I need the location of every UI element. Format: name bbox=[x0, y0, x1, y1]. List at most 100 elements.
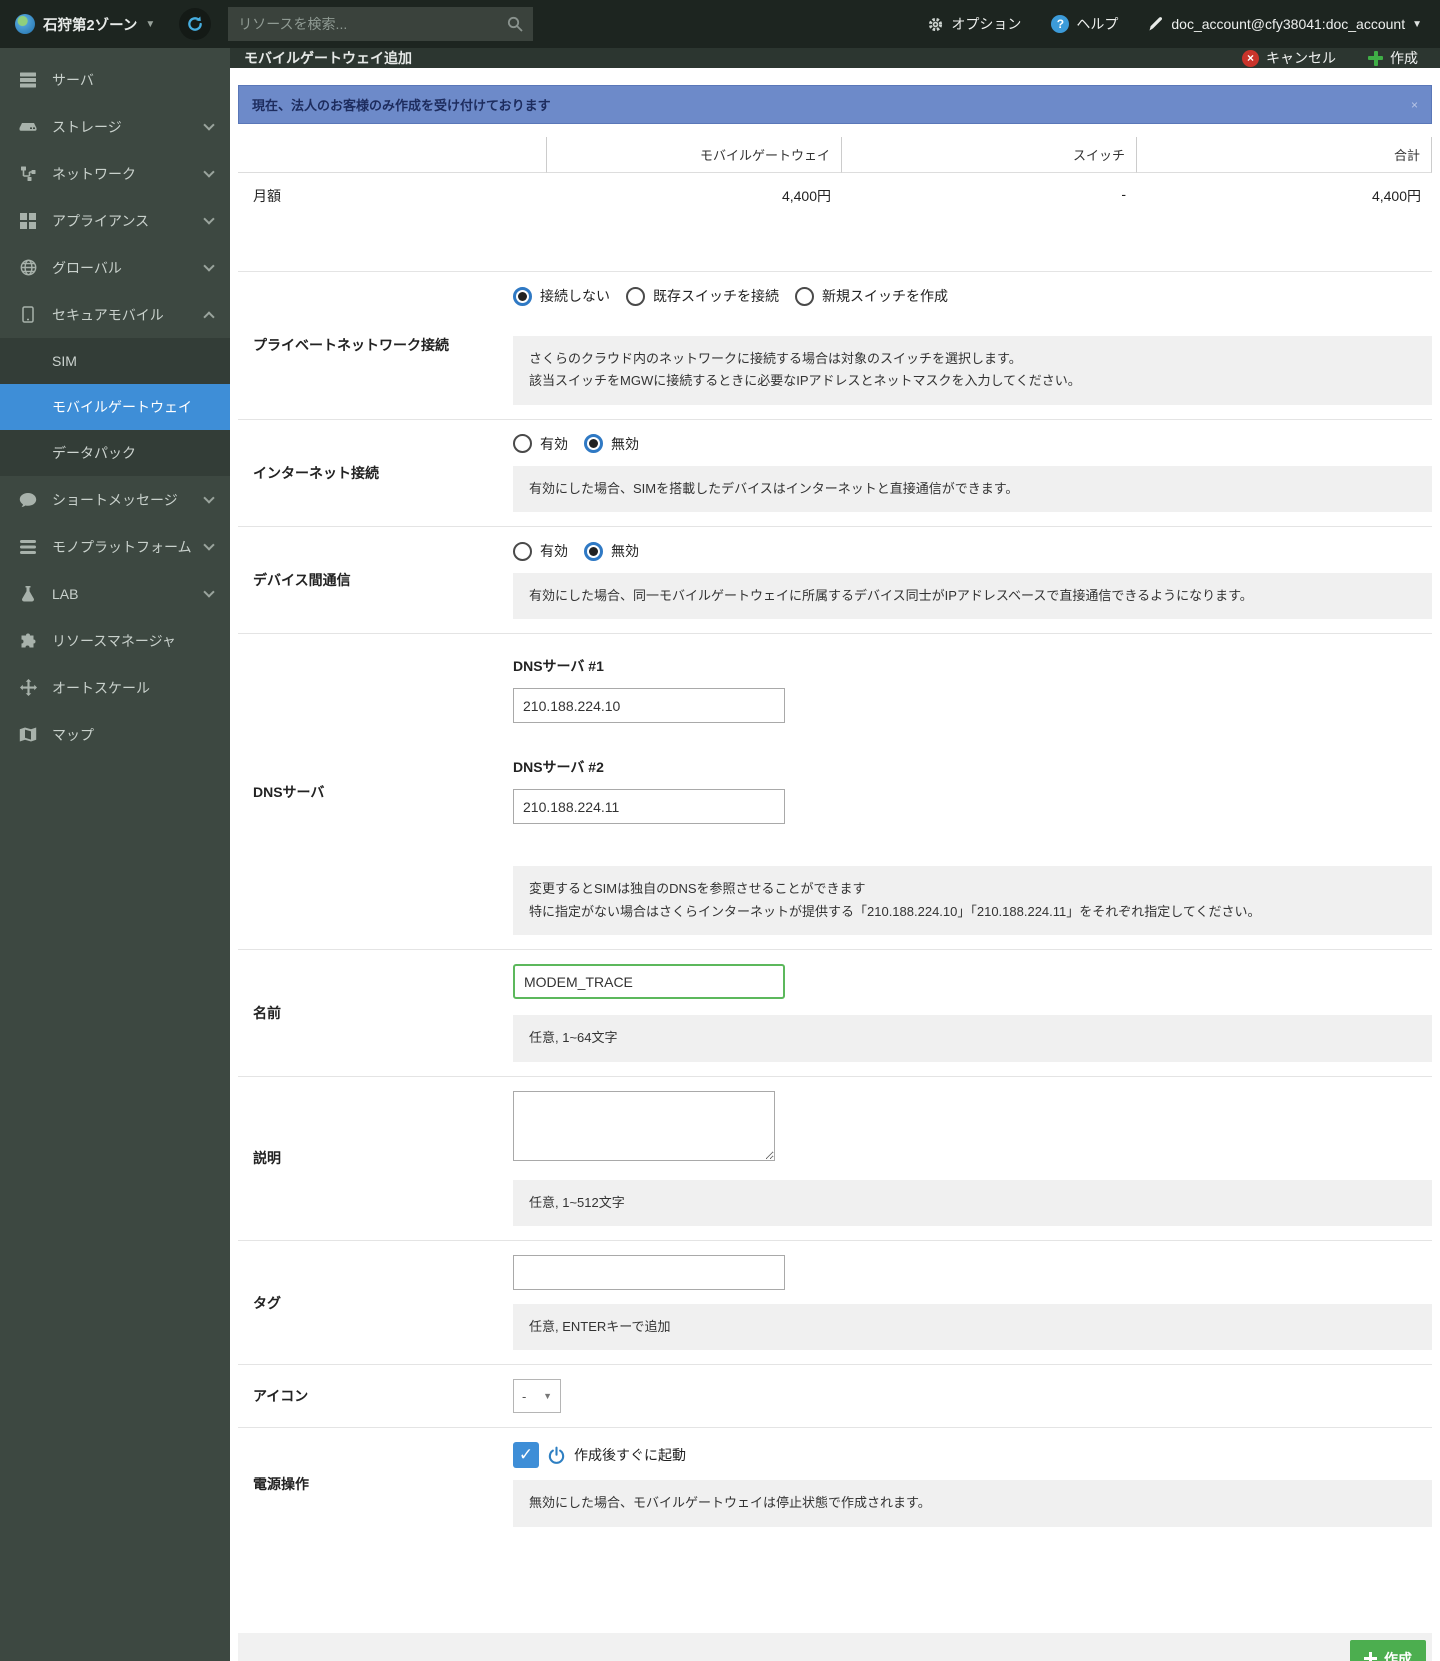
puzzle-icon bbox=[18, 633, 38, 649]
radio-icon bbox=[513, 541, 532, 561]
map-icon bbox=[18, 727, 38, 742]
sidebar-item-label: データパック bbox=[52, 445, 136, 461]
sidebar-item-label: サーバ bbox=[52, 71, 94, 88]
sidebar-item-secure-mobile[interactable]: セキュアモバイル bbox=[0, 291, 230, 338]
page-header: モバイルゲートウェイ追加 × キャンセル 作成 bbox=[230, 48, 1440, 68]
main-content: モバイルゲートウェイ追加 × キャンセル 作成 現在、法人のお客様のみ作成を受け… bbox=[230, 48, 1440, 1661]
close-icon[interactable]: × bbox=[1411, 98, 1418, 112]
zone-name: 石狩第2ゾーン bbox=[43, 17, 138, 34]
sidebar-item-lab[interactable]: LAB bbox=[0, 570, 230, 617]
sidebar-item-mono-platform[interactable]: モノプラットフォーム bbox=[0, 523, 230, 570]
notice-banner: 現在、法人のお客様のみ作成を受け付けております × bbox=[238, 85, 1432, 124]
sidebar-subitem-data-pack[interactable]: データパック bbox=[0, 430, 230, 476]
internet-radio-group: 有効 無効 bbox=[513, 434, 1432, 454]
radio-existing-switch[interactable]: 既存スイッチを接続 bbox=[626, 286, 779, 306]
device-comm-label: デバイス間通信 bbox=[253, 572, 351, 589]
chevron-down-icon: ▼ bbox=[543, 1391, 552, 1402]
help-button[interactable]: ? ヘルプ bbox=[1051, 14, 1118, 34]
sidebar-item-label: SIM bbox=[52, 353, 77, 369]
search-icon bbox=[508, 16, 523, 32]
pricing-header-switch: スイッチ bbox=[842, 137, 1137, 173]
footer-action-bar: 作成 bbox=[238, 1632, 1432, 1661]
description-textarea[interactable] bbox=[513, 1090, 775, 1161]
sidebar-item-short-message[interactable]: ショートメッセージ bbox=[0, 476, 230, 523]
description-help: 任意, 1~512文字 bbox=[513, 1179, 1432, 1226]
refresh-button[interactable] bbox=[179, 8, 212, 40]
chevron-up-icon bbox=[203, 310, 215, 323]
icon-select[interactable]: - ▼ bbox=[513, 1379, 561, 1414]
internet-content: 有効 無効 有効にした場合、SIMを搭載したデバイスはインターネットと直接通信が… bbox=[513, 434, 1432, 513]
server-icon bbox=[18, 72, 38, 88]
private-network-content: 接続しない 既存スイッチを接続 新規スイッチを作成 さくらのクラウド内のネットワ… bbox=[513, 286, 1432, 405]
sidebar-item-server[interactable]: サーバ bbox=[0, 56, 230, 103]
icon-select-value: - bbox=[522, 1388, 527, 1404]
pricing-total-value: 4,400円 bbox=[1371, 188, 1421, 204]
refresh-icon bbox=[188, 16, 203, 31]
chevron-down-icon bbox=[203, 212, 215, 225]
pen-icon bbox=[1149, 17, 1163, 31]
help-line: 任意, ENTERキーで追加 bbox=[529, 1318, 671, 1334]
grid-icon bbox=[18, 212, 38, 229]
sidebar-item-storage[interactable]: ストレージ bbox=[0, 103, 230, 150]
pricing-mobile-gateway-value: 4,400円 bbox=[781, 188, 831, 204]
search-input[interactable] bbox=[238, 16, 508, 32]
power-content: ✓ 作成後すぐに起動 無効にした場合、モバイルゲートウェイは停止状態で作成されま… bbox=[513, 1442, 1432, 1527]
dns-label: DNSサーバ bbox=[253, 783, 325, 800]
radio-no-connection[interactable]: 接続しない bbox=[513, 286, 610, 306]
radio-device-comm-disable[interactable]: 無効 bbox=[584, 541, 639, 561]
sidebar: サーバ ストレージ ネットワーク アプライアンス グローバル セキュアモバイル … bbox=[0, 48, 230, 1661]
form-row-device-comm: デバイス間通信 有効 無効 有効にした場合、同一モバイルゲートウェイに所属するデ… bbox=[238, 526, 1432, 633]
name-input[interactable] bbox=[513, 964, 785, 1000]
sidebar-item-label: リソースマネージャ bbox=[52, 632, 176, 649]
sidebar-subitem-sim[interactable]: SIM bbox=[0, 338, 230, 384]
pricing-header-blank bbox=[238, 137, 547, 173]
radio-label: 接続しない bbox=[540, 288, 610, 304]
radio-label: 無効 bbox=[611, 435, 639, 452]
form-row-internet: インターネット接続 有効 無効 有効にした場合、SIMを搭載したデバイスはインタ… bbox=[238, 418, 1432, 526]
dns1-input[interactable] bbox=[513, 688, 785, 724]
sidebar-item-resource-manager[interactable]: リソースマネージャ bbox=[0, 617, 230, 664]
secure-mobile-submenu: SIM モバイルゲートウェイ データパック bbox=[0, 338, 230, 476]
chat-bubble-icon bbox=[18, 492, 38, 508]
options-label: オプション bbox=[951, 16, 1022, 32]
create-button-header[interactable]: 作成 bbox=[1368, 48, 1418, 68]
radio-internet-disable[interactable]: 無効 bbox=[584, 434, 639, 454]
sidebar-item-network[interactable]: ネットワーク bbox=[0, 150, 230, 197]
help-line: 無効にした場合、モバイルゲートウェイは停止状態で作成されます。 bbox=[529, 1495, 931, 1511]
help-line: 有効にした場合、同一モバイルゲートウェイに所属するデバイス同士がIPアドレスベー… bbox=[529, 588, 1253, 604]
sidebar-item-global[interactable]: グローバル bbox=[0, 244, 230, 291]
plus-icon bbox=[1368, 50, 1383, 66]
radio-new-switch[interactable]: 新規スイッチを作成 bbox=[795, 286, 948, 306]
cancel-button[interactable]: × キャンセル bbox=[1242, 48, 1336, 68]
help-line: 変更するとSIMは独自のDNSを参照させることができます bbox=[529, 881, 866, 897]
sidebar-item-map[interactable]: マップ bbox=[0, 711, 230, 758]
sidebar-item-label: セキュアモバイル bbox=[52, 306, 164, 323]
form-row-description: 説明 任意, 1~512文字 bbox=[238, 1075, 1432, 1240]
sidebar-item-autoscale[interactable]: オートスケール bbox=[0, 664, 230, 711]
radio-icon bbox=[795, 286, 814, 306]
tag-input[interactable] bbox=[513, 1254, 785, 1290]
zone-selector[interactable]: 石狩第2ゾーン ▼ bbox=[15, 14, 155, 35]
dns2-input[interactable] bbox=[513, 789, 785, 825]
create-button-footer[interactable]: 作成 bbox=[1350, 1639, 1426, 1661]
sidebar-item-appliance[interactable]: アプライアンス bbox=[0, 197, 230, 244]
sidebar-subitem-mobile-gateway[interactable]: モバイルゲートウェイ bbox=[0, 384, 230, 430]
radio-label: 既存スイッチを接続 bbox=[653, 288, 779, 304]
chevron-down-icon: ▼ bbox=[145, 18, 156, 30]
resource-search bbox=[228, 7, 534, 41]
move-arrows-icon bbox=[18, 679, 38, 696]
radio-device-comm-enable[interactable]: 有効 bbox=[513, 541, 568, 561]
account-menu[interactable]: doc_account@cfy38041:doc_account ▼ bbox=[1148, 16, 1422, 32]
power-checkbox-checked[interactable]: ✓ bbox=[513, 1442, 539, 1469]
options-button[interactable]: オプション bbox=[927, 14, 1021, 34]
sidebar-item-label: ネットワーク bbox=[52, 165, 136, 182]
dns-content: DNSサーバ #1 DNSサーバ #2 変更するとSIMは独自のDNSを参照させ… bbox=[513, 648, 1432, 936]
radio-selected-icon bbox=[584, 541, 603, 561]
radio-icon bbox=[626, 286, 645, 306]
form-row-icon: アイコン - ▼ bbox=[238, 1364, 1432, 1427]
radio-internet-enable[interactable]: 有効 bbox=[513, 434, 568, 454]
icon-label: アイコン bbox=[253, 1388, 309, 1405]
storage-icon bbox=[18, 119, 38, 135]
description-label: 説明 bbox=[253, 1150, 281, 1167]
internet-help: 有効にした場合、SIMを搭載したデバイスはインターネットと直接通信ができます。 bbox=[513, 465, 1432, 513]
